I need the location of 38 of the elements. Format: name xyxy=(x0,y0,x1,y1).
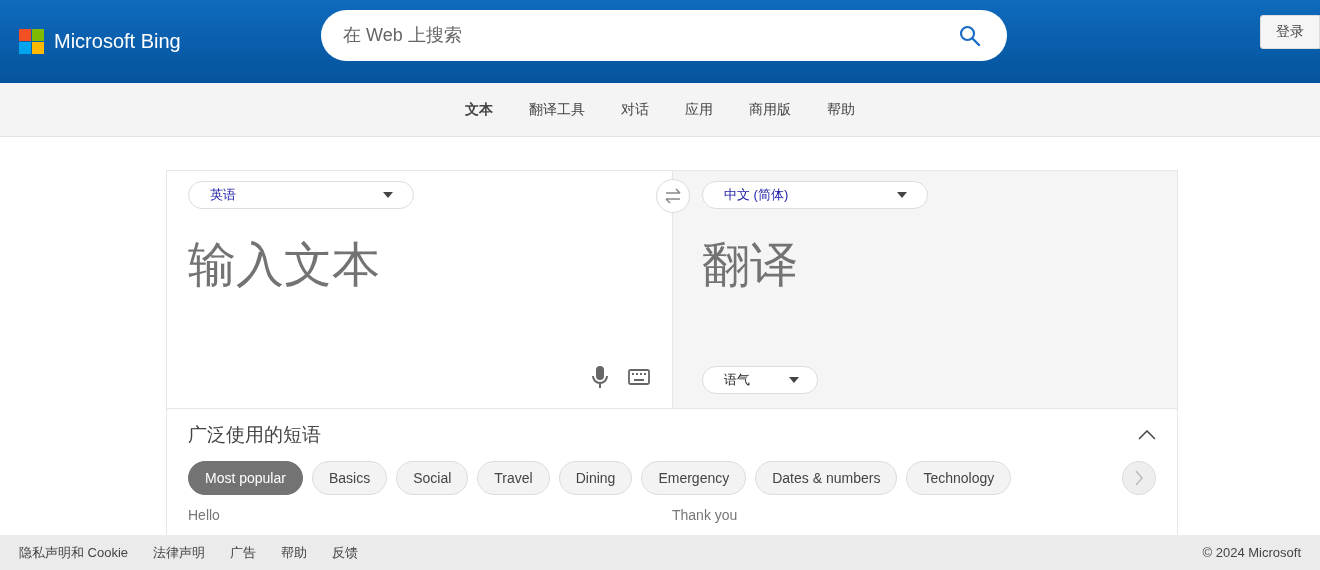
chevron-right-icon xyxy=(1134,470,1144,486)
logo-text[interactable]: Microsoft Bing xyxy=(54,30,181,53)
nav-tab[interactable]: 翻译工具 xyxy=(529,100,585,119)
target-language-dropdown[interactable]: 中文 (简体) xyxy=(702,181,928,209)
keyboard-icon[interactable] xyxy=(628,369,650,385)
category-chip[interactable]: Most popular xyxy=(188,461,303,495)
microphone-icon[interactable] xyxy=(592,366,608,388)
footer-link[interactable]: 广告 xyxy=(230,543,257,562)
tone-dropdown[interactable]: 语气 xyxy=(702,366,818,394)
footer-link[interactable]: 帮助 xyxy=(281,543,308,562)
translation-output-field[interactable]: 翻译 xyxy=(702,233,1156,297)
nav-tab[interactable]: 对话 xyxy=(621,100,649,119)
category-chip[interactable]: Dining xyxy=(558,461,633,495)
category-chip[interactable]: Travel xyxy=(477,461,550,495)
category-chip[interactable]: Emergency xyxy=(641,461,747,495)
swap-arrows-icon xyxy=(664,188,682,204)
footer-link[interactable]: 法律声明 xyxy=(153,543,206,562)
windows-logo-icon xyxy=(19,29,44,54)
category-chip[interactable]: Dates & numbers xyxy=(755,461,898,495)
phrase-text[interactable]: Hello xyxy=(188,507,672,523)
chevron-icon[interactable] xyxy=(1138,430,1156,440)
search-field[interactable]: 在 Web 上搜索 xyxy=(321,10,1007,61)
nav-tab[interactable]: 商用版 xyxy=(749,100,791,119)
category-chip[interactable]: Technology xyxy=(906,461,1012,495)
category-chip[interactable]: Social xyxy=(396,461,469,495)
source-text-field[interactable]: 输入文本 xyxy=(188,233,648,353)
footer-link[interactable]: 反馈 xyxy=(332,543,359,562)
nav-tab[interactable]: 文本 xyxy=(465,100,493,119)
section-title: 广泛使用的短语 xyxy=(188,423,321,447)
footer-link[interactable]: 隐私声明和 Cookie xyxy=(19,543,129,562)
sign-in-button[interactable]: 登录 xyxy=(1260,15,1320,49)
nav-tab[interactable]: 应用 xyxy=(685,100,713,119)
phrase-text[interactable]: Thank you xyxy=(672,507,1156,523)
source-language-dropdown[interactable]: 英语 xyxy=(188,181,414,209)
category-chip[interactable]: Basics xyxy=(311,461,388,495)
copyright-text: © 2024 Microsoft xyxy=(1202,545,1301,560)
nav-tab[interactable]: 帮助 xyxy=(827,100,855,119)
search-icon[interactable] xyxy=(959,25,981,47)
